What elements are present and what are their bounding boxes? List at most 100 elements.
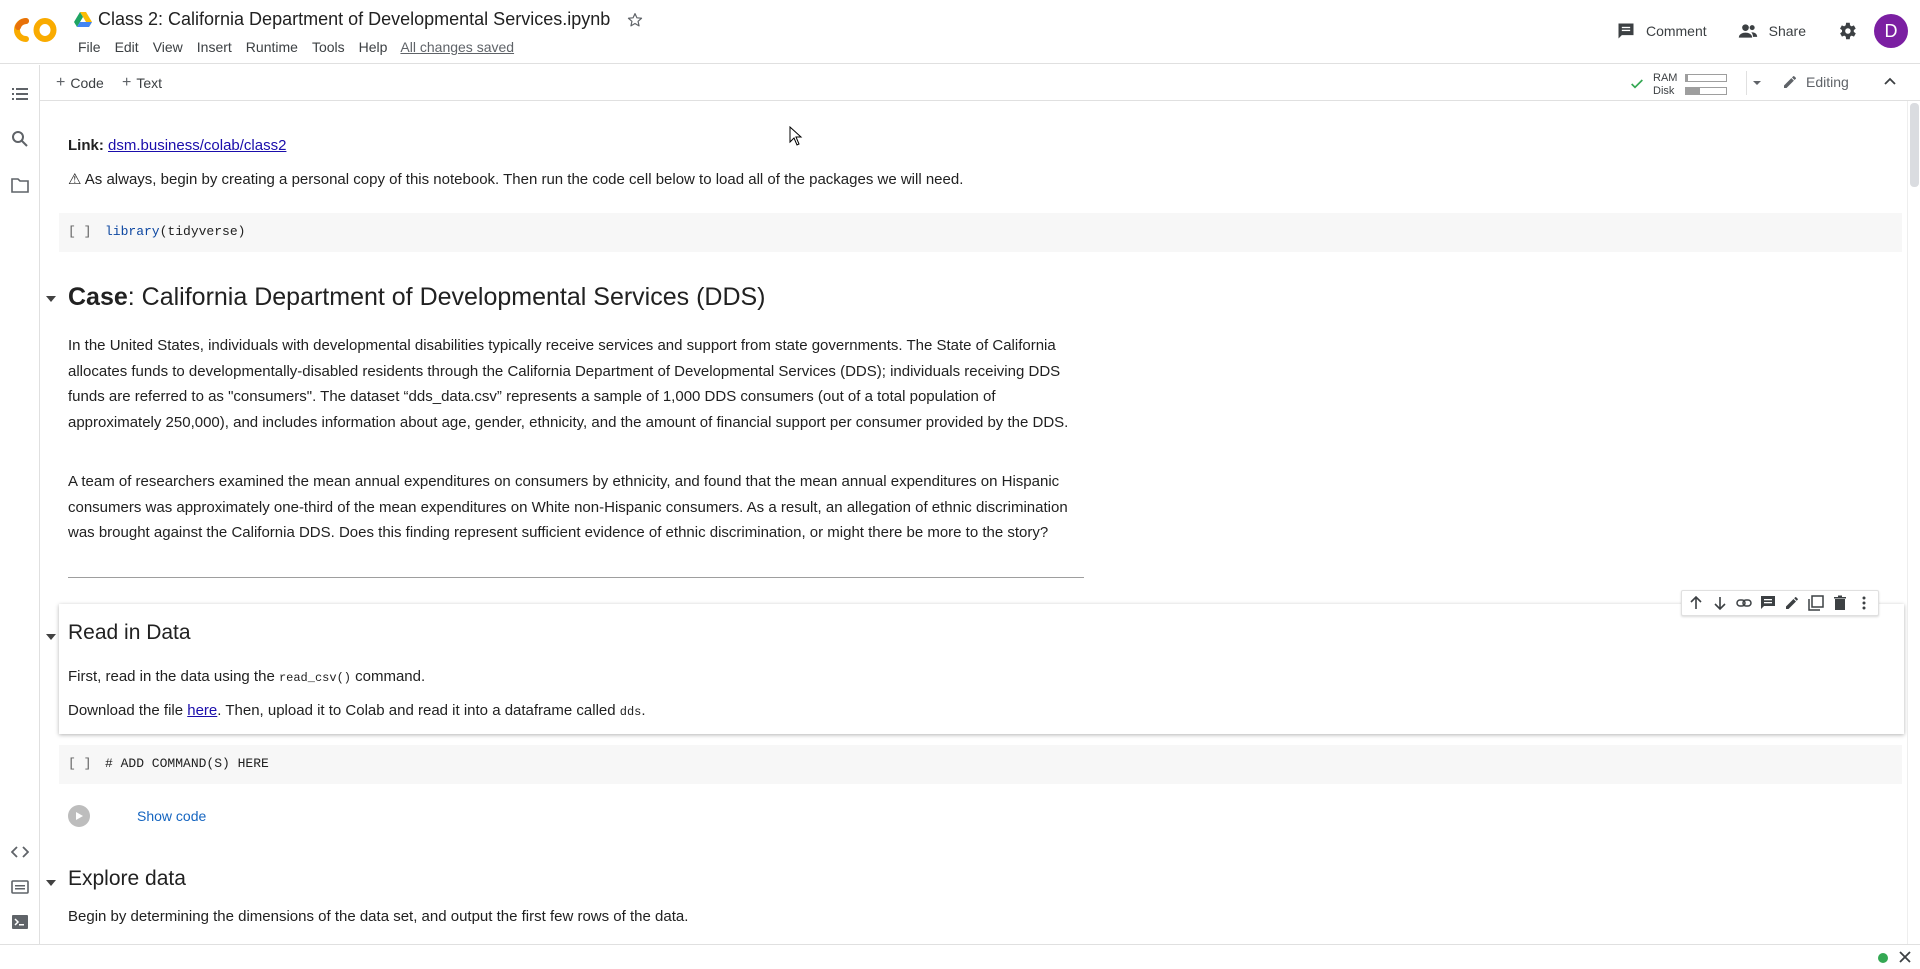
- ram-bar-fill: [1686, 75, 1688, 81]
- collapse-section-toggle[interactable]: [46, 296, 56, 302]
- play-icon: [76, 812, 83, 820]
- share-icon: [1738, 24, 1757, 38]
- add-code-label: Code: [70, 75, 104, 91]
- status-bar: [0, 944, 1920, 969]
- toolbar-divider: [1746, 71, 1747, 95]
- read-data-p2: Download the file here. Then, upload it …: [68, 698, 1078, 726]
- link-icon[interactable]: [1736, 595, 1752, 611]
- case-heading-title: : California Department of Developmental…: [127, 283, 766, 311]
- code-cell[interactable]: [ ] library(tidyverse): [59, 213, 1902, 252]
- explore-heading: Explore data: [68, 867, 186, 890]
- menu-tools[interactable]: Tools: [305, 39, 352, 55]
- scrollbar-thumb[interactable]: [1910, 103, 1919, 187]
- gear-icon[interactable]: [1836, 20, 1858, 42]
- resource-monitor[interactable]: RAM Disk: [1628, 70, 1773, 98]
- notebook-toolbar: + Code + Text RAM Disk Editing: [40, 65, 1920, 101]
- more-icon[interactable]: [1856, 595, 1872, 611]
- delete-icon[interactable]: [1832, 595, 1848, 611]
- pencil-icon: [1784, 76, 1796, 88]
- connection-status-icon[interactable]: [1878, 953, 1888, 963]
- menu-view[interactable]: View: [146, 39, 190, 55]
- mouse-cursor: [789, 126, 803, 146]
- download-link[interactable]: here: [187, 702, 217, 719]
- mirror-cell-icon[interactable]: [1808, 595, 1824, 611]
- collapse-section-toggle[interactable]: [46, 880, 56, 886]
- command-palette-icon[interactable]: [11, 878, 29, 896]
- star-icon[interactable]: [626, 11, 644, 29]
- read-p2-text-b: . Then, upload it to Colab and read it i…: [217, 702, 620, 719]
- disk-bar: [1685, 87, 1727, 95]
- share-button[interactable]: Share: [1737, 21, 1806, 41]
- menu-bar: File Edit View Insert Runtime Tools Help…: [71, 39, 514, 55]
- menu-runtime[interactable]: Runtime: [239, 39, 305, 55]
- chevron-up-icon[interactable]: [1883, 76, 1897, 86]
- read-data-heading: Read in Data: [68, 621, 191, 644]
- class-link[interactable]: dsm.business/colab/class2: [108, 137, 286, 154]
- case-paragraph-1: In the United States, individuals with d…: [68, 337, 1069, 431]
- app-header: Class 2: California Department of Develo…: [0, 0, 1920, 64]
- drive-icon[interactable]: [74, 11, 92, 28]
- code-snippets-icon[interactable]: [11, 843, 29, 861]
- ram-bar: [1685, 74, 1727, 82]
- link-line: Link: dsm.business/colab/class2: [68, 133, 1078, 159]
- case-paragraph-2: A team of researchers examined the mean …: [68, 473, 1068, 541]
- comment-icon[interactable]: [1760, 595, 1776, 611]
- move-up-icon[interactable]: [1688, 595, 1704, 611]
- read-data-p1: First, read in the data using the read_c…: [68, 664, 1078, 692]
- collapse-section-toggle[interactable]: [46, 634, 56, 640]
- colab-logo[interactable]: [12, 15, 58, 45]
- code-args: (tidyverse): [159, 224, 246, 239]
- share-label: Share: [1768, 23, 1806, 39]
- show-code-link[interactable]: Show code: [137, 808, 206, 824]
- avatar[interactable]: D: [1874, 14, 1908, 48]
- cell-source[interactable]: library(tidyverse): [105, 224, 245, 239]
- code-function: library: [105, 224, 160, 239]
- hidden-code-cell: Show code: [68, 805, 206, 827]
- add-code-button[interactable]: + Code: [56, 74, 104, 92]
- inline-code: dds: [619, 705, 642, 719]
- close-icon[interactable]: [1898, 950, 1912, 964]
- read-p1-text-a: First, read in the data using the: [68, 668, 279, 685]
- menu-insert[interactable]: Insert: [190, 39, 239, 55]
- notebook-title[interactable]: Class 2: California Department of Develo…: [98, 9, 610, 30]
- cell-toolbar: [1681, 590, 1879, 616]
- link-label: Link:: [68, 137, 104, 154]
- plus-icon: +: [56, 74, 66, 91]
- notebook-title-row: Class 2: California Department of Develo…: [74, 9, 644, 30]
- folder-icon[interactable]: [11, 176, 29, 194]
- comment-label: Comment: [1645, 23, 1707, 39]
- read-p2-text-c: .: [641, 702, 646, 719]
- editing-label: Editing: [1806, 74, 1849, 90]
- run-button[interactable]: [68, 805, 90, 827]
- intro-text: ⚠ As always, begin by creating a persona…: [68, 171, 964, 188]
- menu-help[interactable]: Help: [352, 39, 395, 55]
- search-icon[interactable]: [11, 130, 29, 148]
- left-sidebar: [0, 65, 40, 944]
- run-cell-brackets[interactable]: [ ]: [68, 756, 91, 771]
- caret-down-icon[interactable]: [1751, 79, 1763, 87]
- disk-label: Disk: [1653, 85, 1675, 97]
- plus-icon: +: [122, 74, 132, 91]
- case-heading-bold: Case: [68, 283, 128, 311]
- vertical-scrollbar[interactable]: [1907, 101, 1920, 944]
- toc-icon[interactable]: [11, 85, 29, 103]
- menu-edit[interactable]: Edit: [108, 39, 146, 55]
- header-actions: Comment Share D: [1616, 14, 1908, 48]
- run-cell-brackets[interactable]: [ ]: [68, 224, 91, 239]
- inline-code: read_csv(): [278, 671, 351, 685]
- edit-icon[interactable]: [1784, 595, 1800, 611]
- add-text-label: Text: [136, 75, 163, 91]
- comment-button[interactable]: Comment: [1616, 21, 1707, 41]
- case-heading: Case: California Department of Developme…: [68, 283, 766, 312]
- code-cell[interactable]: [ ] # ADD COMMAND(S) HERE: [59, 745, 1902, 784]
- cell-source[interactable]: # ADD COMMAND(S) HERE: [105, 756, 269, 771]
- editing-mode-button[interactable]: Editing: [1782, 74, 1849, 90]
- add-text-button[interactable]: + Text: [122, 74, 162, 92]
- read-p2-text-a: Download the file: [68, 702, 188, 719]
- notebook-content: Link: dsm.business/colab/class2 ⚠ As alw…: [41, 102, 1907, 944]
- move-down-icon[interactable]: [1712, 595, 1728, 611]
- menu-file[interactable]: File: [71, 39, 108, 55]
- save-status[interactable]: All changes saved: [400, 39, 514, 55]
- terminal-icon[interactable]: [11, 913, 29, 931]
- horizontal-rule: [68, 577, 1084, 578]
